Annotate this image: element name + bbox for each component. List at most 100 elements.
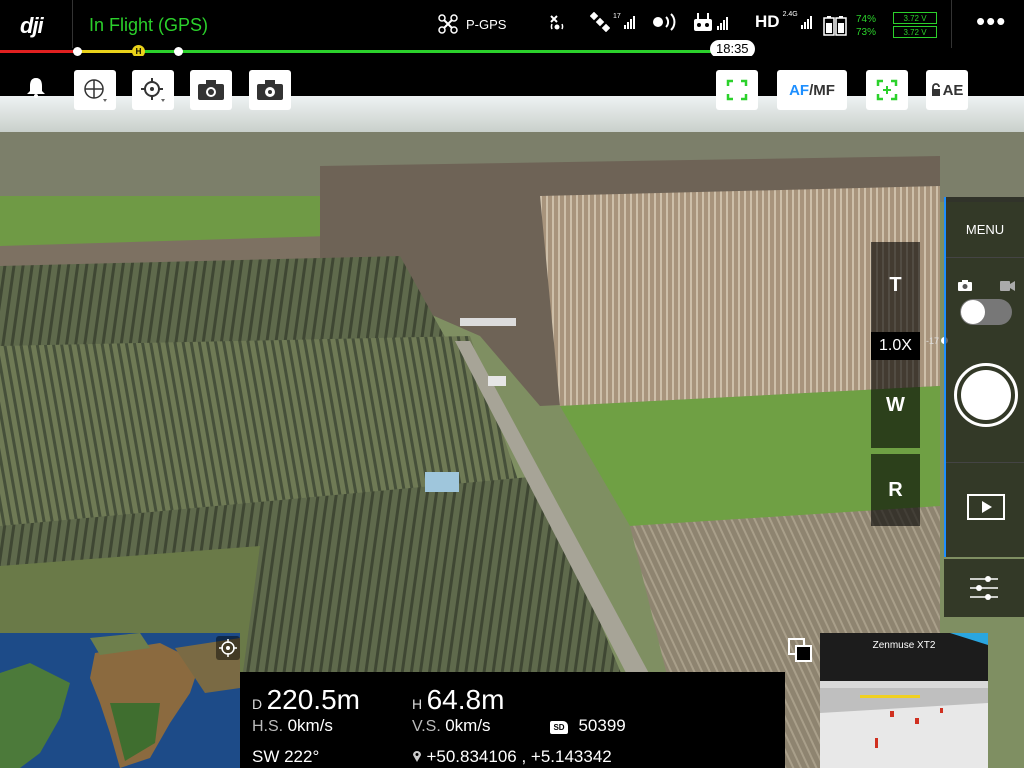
critical-marker bbox=[73, 47, 82, 56]
secondary-camera-view[interactable]: Zenmuse XT2 bbox=[820, 633, 988, 768]
zoom-control: T 1.0X W bbox=[871, 242, 920, 448]
battery-pct-aircraft: 74% bbox=[856, 14, 877, 25]
height-label: H bbox=[412, 696, 423, 712]
zoom-in-button[interactable]: T bbox=[871, 274, 920, 297]
status-bar: dji In Flight (GPS) P-GPS 17 HD 2.4G 74%… bbox=[0, 0, 1024, 48]
vs-label: V.S. bbox=[412, 718, 441, 735]
hd-band: 2.4G bbox=[782, 10, 798, 18]
more-menu-icon[interactable]: ••• bbox=[976, 8, 1006, 34]
heading-value: SW 222° bbox=[252, 747, 320, 766]
camera-menu-button[interactable]: MENU bbox=[946, 222, 1024, 237]
satellite-icon bbox=[590, 12, 610, 32]
horizontal-speed-readout: H.S. 0km/s bbox=[252, 716, 333, 736]
battery-time-bar: H 18:35 bbox=[0, 40, 1024, 58]
shutter-inner bbox=[961, 370, 1011, 420]
camera-settings-icon bbox=[257, 80, 283, 100]
gps-signal[interactable]: 17 bbox=[590, 12, 635, 32]
distance-readout: D 220.5m bbox=[252, 684, 360, 716]
battery-status[interactable]: 74% 73% 3.72 V 3.72 V bbox=[823, 12, 938, 40]
af-mf-toggle[interactable]: AF/MF bbox=[777, 70, 847, 110]
remaining-zone bbox=[138, 50, 720, 53]
thermal-mode-button[interactable] bbox=[249, 70, 291, 110]
coordinates-readout: +50.834106 , +5.143342 bbox=[412, 747, 612, 767]
coordinates-value: +50.834106 , +5.143342 bbox=[426, 747, 612, 766]
lock-icon bbox=[931, 83, 940, 96]
af-label: AF bbox=[789, 81, 810, 99]
camera-toolbar: AF/MF AE bbox=[0, 56, 1024, 110]
sliders-icon bbox=[970, 576, 998, 600]
ae-lock-button[interactable]: AE bbox=[926, 70, 968, 110]
playback-button[interactable] bbox=[967, 494, 1005, 525]
camera-switch-button[interactable] bbox=[132, 70, 174, 110]
vs-value: 0km/s bbox=[445, 716, 491, 735]
low-zone bbox=[78, 50, 138, 53]
obstacle-sensing-status[interactable] bbox=[543, 12, 571, 34]
battery-voltage-2: 3.72 V bbox=[893, 26, 938, 38]
camera-icon bbox=[198, 80, 224, 100]
sd-remaining: 50399 bbox=[578, 716, 626, 735]
thermal-image bbox=[820, 633, 988, 768]
focus-frame-icon bbox=[726, 79, 748, 101]
flight-mode[interactable]: P-GPS bbox=[438, 14, 506, 34]
target-icon bbox=[141, 78, 165, 102]
dji-logo: dji bbox=[20, 13, 44, 38]
camera-control-panel: MENU bbox=[944, 197, 1024, 557]
spot-meter-button[interactable] bbox=[866, 70, 908, 110]
video-link-signal[interactable]: HD 2.4G bbox=[755, 10, 812, 32]
remote-signal-icon bbox=[653, 13, 676, 31]
rc-link-status[interactable] bbox=[651, 12, 681, 32]
mf-label: /MF bbox=[809, 81, 835, 99]
divider bbox=[951, 0, 952, 48]
height-value: 64.8m bbox=[426, 684, 505, 715]
radar-icon bbox=[550, 15, 564, 30]
telemetry-panel: D 220.5m H 64.8m H.S. 0km/s V.S. 0km/s S… bbox=[240, 672, 785, 768]
spot-meter-icon bbox=[876, 79, 898, 101]
zoom-reset-button[interactable]: R bbox=[871, 454, 920, 526]
camera-settings-button[interactable] bbox=[944, 559, 1024, 617]
sd-card-readout: SD 50399 bbox=[550, 716, 626, 736]
notification-button[interactable] bbox=[25, 76, 47, 103]
zoom-level: 1.0X bbox=[871, 332, 920, 360]
hs-label: H.S. bbox=[252, 718, 284, 735]
mini-map[interactable] bbox=[0, 633, 240, 768]
gps-signal-bars bbox=[623, 15, 635, 29]
battery-voltages: 3.72 V 3.72 V bbox=[893, 12, 938, 40]
hd-label: HD bbox=[755, 12, 780, 31]
photo-icon bbox=[958, 280, 972, 291]
divider bbox=[946, 462, 1024, 463]
divider bbox=[72, 0, 73, 48]
sd-card-icon: SD bbox=[550, 721, 568, 734]
play-icon bbox=[967, 494, 1005, 520]
height-readout: H 64.8m bbox=[412, 684, 504, 716]
distance-label: D bbox=[252, 696, 263, 712]
gimbal-icon bbox=[84, 79, 107, 102]
focus-area-button[interactable] bbox=[716, 70, 758, 110]
battery-voltage-1: 3.72 V bbox=[893, 12, 938, 24]
rc-signal-bars bbox=[717, 16, 728, 30]
distance-value: 220.5m bbox=[266, 684, 360, 715]
low-marker bbox=[174, 47, 183, 56]
satellite-count: 17 bbox=[613, 12, 621, 20]
flight-status[interactable]: In Flight (GPS) bbox=[89, 15, 208, 36]
camera-name: Zenmuse XT2 bbox=[872, 640, 936, 651]
gimbal-mode-button[interactable] bbox=[74, 70, 116, 110]
video-icon bbox=[1000, 281, 1015, 291]
rc-signal[interactable] bbox=[692, 12, 728, 34]
location-pin-icon bbox=[413, 751, 421, 762]
locate-button[interactable] bbox=[216, 636, 240, 660]
swap-view-icon bbox=[788, 638, 812, 662]
ev-value: -17 bbox=[926, 336, 940, 346]
crosshair-icon bbox=[219, 639, 237, 657]
controller-icon bbox=[694, 13, 712, 31]
ae-label: AE bbox=[942, 81, 964, 99]
swap-view-button[interactable] bbox=[787, 637, 813, 668]
photo-video-toggle[interactable] bbox=[960, 299, 1012, 325]
hs-value: 0km/s bbox=[287, 716, 333, 735]
shutter-button[interactable] bbox=[954, 363, 1018, 427]
divider bbox=[946, 257, 1024, 258]
zoom-out-button[interactable]: W bbox=[871, 394, 920, 417]
heading-readout: SW 222° bbox=[252, 747, 319, 767]
flight-mode-label: P-GPS bbox=[466, 16, 507, 32]
photo-mode-button[interactable] bbox=[190, 70, 232, 110]
world-map bbox=[0, 633, 240, 768]
